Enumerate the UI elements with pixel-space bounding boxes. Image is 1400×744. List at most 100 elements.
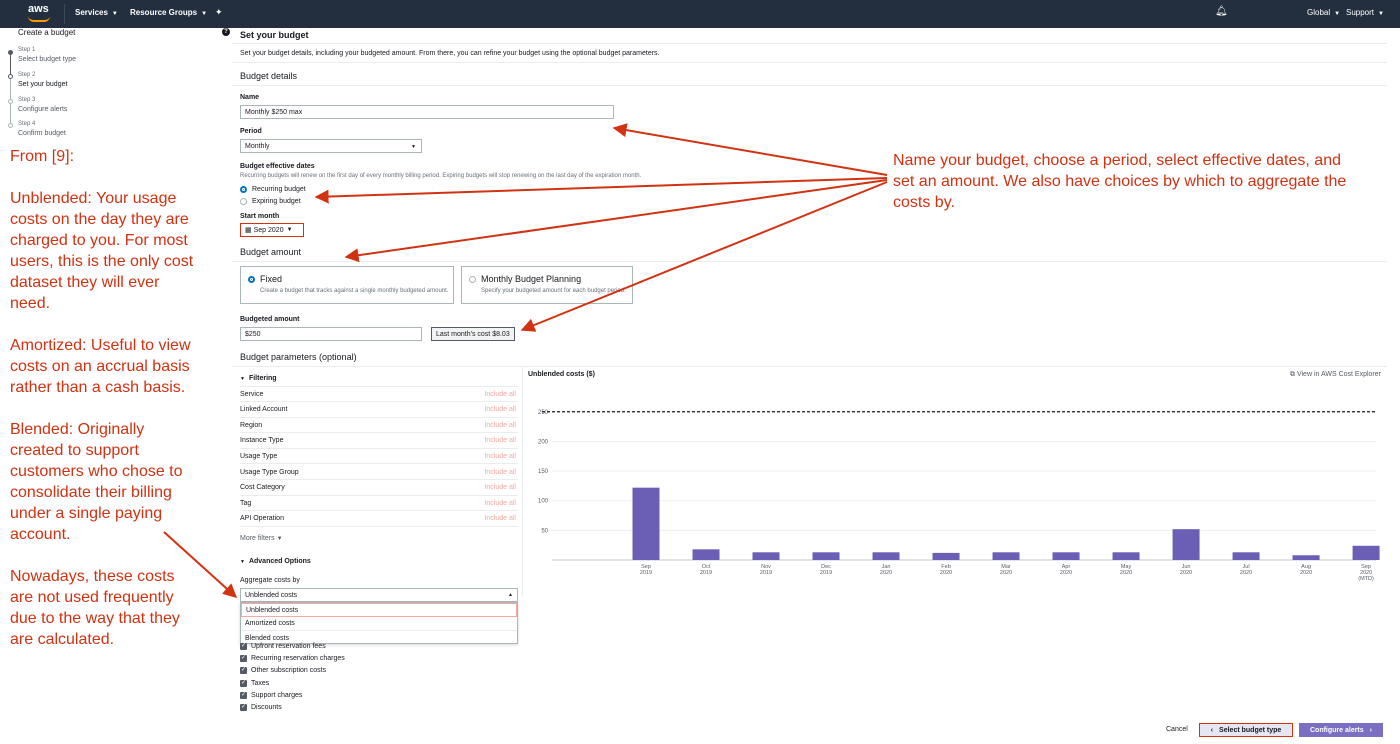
y-tick-label: 250	[538, 410, 549, 416]
top-navigation-bar: aws Services ▼ Resource Groups ▼ ✦ 🔔︎ Glob…	[0, 0, 1400, 28]
x-tick-label: Feb 2020	[940, 564, 952, 576]
page-title: Set your budget	[240, 30, 309, 40]
pin-icon[interactable]: ✦	[215, 7, 223, 18]
radio-selected-icon	[240, 186, 247, 193]
select-budget-type-button[interactable]: ‹ Select budget type	[1199, 723, 1293, 737]
filter-row[interactable]: Service Include all	[240, 387, 518, 402]
include-all-link[interactable]: Include all	[484, 453, 518, 460]
expiring-budget-radio[interactable]: Expiring budget	[240, 198, 301, 205]
step-4-number: Step 4	[18, 121, 36, 127]
include-all-link[interactable]: Include all	[484, 484, 518, 491]
option-unblended-costs[interactable]: Unblended costs	[241, 603, 517, 617]
cost-option-checkbox[interactable]: ✓ Support charges	[240, 691, 302, 699]
configure-alerts-button[interactable]: Configure alerts ›	[1299, 723, 1383, 737]
x-tick-label: Sep 2019	[640, 564, 652, 576]
name-label: Name	[240, 94, 260, 101]
chart-bar	[752, 552, 780, 560]
caret-up-icon: ▲	[508, 592, 513, 598]
arrow-to-dates	[314, 177, 888, 204]
chart-bar	[992, 552, 1020, 560]
start-month-picker[interactable]: ▦ Sep 2020 ▼	[240, 223, 304, 237]
aws-smile-icon	[28, 16, 50, 22]
filter-row[interactable]: Linked Account Include all	[240, 403, 518, 418]
cost-option-checkbox[interactable]: ✓ Upfront reservation fees	[240, 643, 326, 650]
y-tick-label: 200	[538, 439, 549, 445]
caret-down-icon: ▼	[286, 227, 293, 233]
sidebar-title: Create a budget	[18, 28, 76, 37]
budget-parameters-heading: Budget parameters (optional)	[240, 352, 357, 362]
triangle-down-icon: ▼	[240, 375, 245, 382]
x-tick-label: Mar 2020	[1000, 564, 1012, 576]
budgeted-amount-input[interactable]: $250	[240, 327, 422, 341]
cost-option-checkbox[interactable]: ✓ Other subscription costs	[240, 667, 326, 675]
cost-option-checkbox[interactable]: ✓ Recurring reservation charges	[240, 655, 345, 663]
page-description: Set your budget details, including your …	[240, 50, 660, 57]
filter-row[interactable]: Tag Include all	[240, 496, 518, 512]
include-all-link[interactable]: Include all	[484, 422, 518, 429]
budget-details-heading: Budget details	[240, 71, 298, 81]
radio-selected-icon	[248, 276, 255, 283]
filter-row[interactable]: Usage Type Group Include all	[240, 465, 518, 480]
budget-name-input[interactable]: Monthly $250 max	[240, 105, 614, 119]
region-menu[interactable]: Global ▼	[1307, 8, 1340, 17]
filtering-toggle[interactable]: ▼ Filtering	[240, 375, 277, 382]
filter-row[interactable]: API Operation Include all	[240, 512, 518, 527]
last-month-cost-badge[interactable]: Last month's cost $8.03	[431, 327, 515, 341]
advanced-options-toggle[interactable]: ▼ Advanced Options	[240, 558, 311, 565]
filter-row[interactable]: Region Include all	[240, 418, 518, 434]
include-all-link[interactable]: Include all	[484, 437, 518, 444]
checkbox-checked-icon: ✓	[240, 691, 247, 699]
resource-groups-menu[interactable]: Resource Groups ▼	[130, 8, 207, 17]
filter-row[interactable]: Cost Category Include all	[240, 481, 518, 496]
filter-row[interactable]: Instance Type Include all	[240, 434, 518, 449]
step-2-number: Step 2	[18, 72, 36, 78]
step-1-number: Step 1	[18, 47, 36, 53]
chart-bar	[1232, 552, 1260, 560]
chart-bar	[1172, 529, 1200, 560]
arrow-to-last-cost	[520, 181, 888, 332]
divider	[232, 62, 1387, 63]
include-all-link[interactable]: Include all	[484, 406, 518, 413]
filter-row-label: Linked Account	[240, 406, 288, 414]
radio-unselected-icon	[240, 198, 247, 205]
include-all-link[interactable]: Include all	[484, 500, 518, 507]
annotation-blended: Blended: Originally created to support c…	[10, 421, 183, 543]
monthly-budget-planning-card[interactable]: Monthly Budget Planning Specify your bud…	[461, 266, 633, 304]
bell-icon[interactable]: 🔔︎	[1215, 6, 1228, 17]
option-amortized-costs[interactable]: Amortized costs	[241, 617, 517, 631]
cost-option-checkbox[interactable]: ✓ Discounts	[240, 704, 282, 711]
step-2-dot	[8, 74, 13, 79]
period-select-value: Monthly	[245, 142, 270, 150]
step-1-label[interactable]: Select budget type	[18, 56, 76, 63]
x-tick-label: Jan 2020	[880, 564, 892, 576]
y-tick-label: 100	[538, 499, 549, 505]
more-filters-link[interactable]: More filters ▼	[240, 535, 283, 542]
checkbox-checked-icon: ✓	[240, 655, 247, 663]
x-tick-label: May 2020	[1120, 564, 1132, 576]
cancel-button[interactable]: Cancel	[1166, 726, 1188, 733]
aws-logo[interactable]: aws	[28, 3, 50, 23]
radio-unselected-icon	[469, 276, 476, 283]
support-menu[interactable]: Support ▼	[1346, 8, 1384, 17]
fixed-budget-card[interactable]: Fixed Create a budget that tracks agains…	[240, 266, 454, 304]
annotation-source: From [9]:	[10, 148, 75, 165]
step-4-dot	[8, 123, 13, 128]
step-1-dot	[8, 50, 13, 55]
include-all-link[interactable]: Include all	[484, 515, 518, 522]
left-annotation: From [9]: Unblended: Your usage costs on…	[10, 146, 195, 671]
filter-row-label: Cost Category	[240, 484, 285, 492]
step-4-label: Confirm budget	[18, 130, 66, 137]
x-tick-label: Nov 2019	[760, 564, 772, 576]
period-select[interactable]: Monthly ▼	[240, 139, 422, 153]
aggregate-costs-select[interactable]: Unblended costs ▲	[240, 588, 518, 602]
fixed-card-title: Fixed	[260, 274, 283, 284]
services-menu[interactable]: Services ▼	[75, 8, 118, 17]
budget-effective-dates-label: Budget effective dates	[240, 163, 315, 170]
cost-option-checkbox[interactable]: ✓ Taxes	[240, 679, 269, 687]
include-all-link[interactable]: Include all	[484, 391, 518, 398]
filter-row[interactable]: Usage Type Include all	[240, 449, 518, 465]
help-icon[interactable]: ?	[222, 28, 230, 36]
include-all-link[interactable]: Include all	[484, 469, 518, 476]
divider	[232, 85, 1387, 86]
recurring-budget-radio[interactable]: Recurring budget	[240, 186, 306, 193]
